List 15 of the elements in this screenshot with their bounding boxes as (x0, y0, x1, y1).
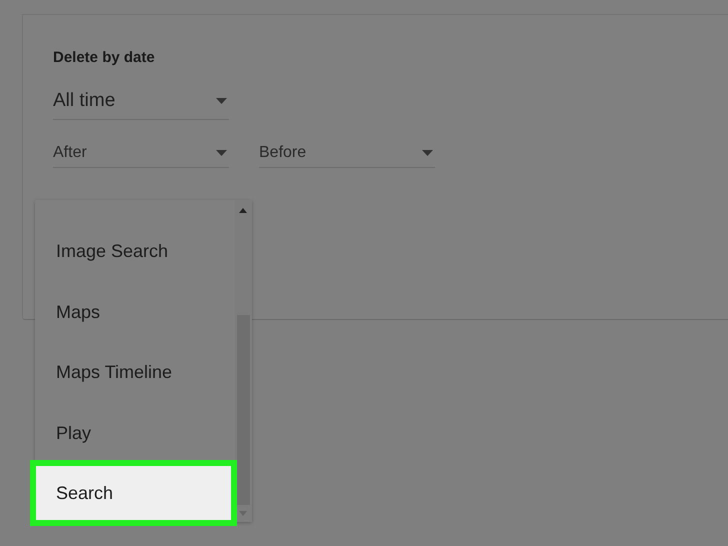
menu-item[interactable]: Maps Timeline (35, 342, 235, 402)
caret-icon (422, 150, 433, 156)
menu-item[interactable]: Image Search (35, 221, 235, 282)
caret-icon (216, 98, 227, 104)
menu-item[interactable]: Maps (35, 282, 235, 342)
caret-icon (216, 150, 227, 156)
range-dropdown[interactable]: All time (53, 82, 229, 120)
scroll-up-icon[interactable] (239, 208, 247, 213)
date-dropdown[interactable]: After (53, 138, 229, 168)
scrollbar[interactable] (235, 200, 252, 522)
scroll-thumb[interactable] (237, 315, 250, 505)
menu-item[interactable]: Search (30, 460, 237, 526)
date-dropdown[interactable]: Before (259, 138, 435, 168)
section-title: Delete by date (53, 49, 156, 66)
menu-item[interactable]: Play (35, 402, 235, 463)
